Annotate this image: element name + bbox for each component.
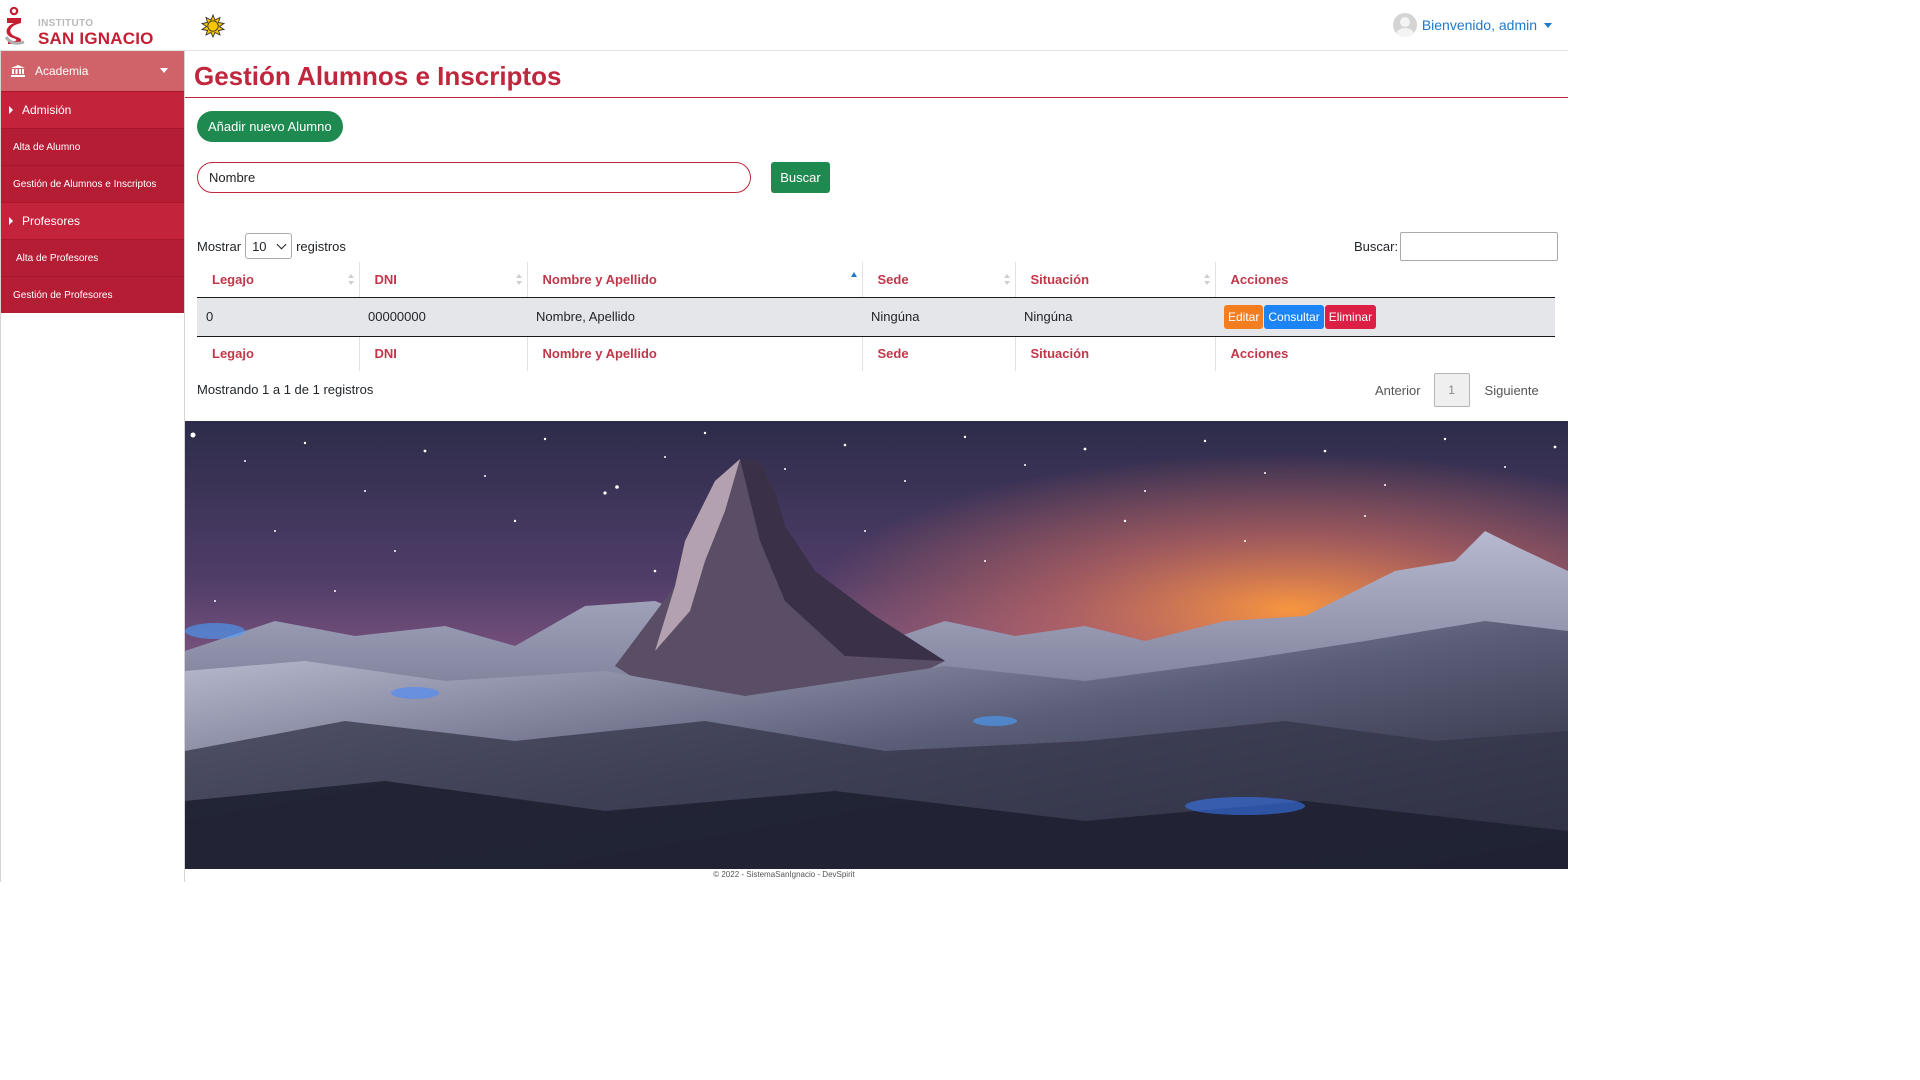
pagination-next[interactable]: Siguiente [1485, 383, 1539, 398]
sidebar-section-academia[interactable]: Academia [1, 51, 184, 91]
cell-dni: 00000000 [359, 297, 527, 336]
footer-header-nombre: Nombre y Apellido [526, 335, 862, 371]
sidebar-group-label: Admisión [22, 103, 72, 117]
sidebar-item-label: Gestión de Alumnos e Inscriptos [13, 178, 157, 190]
column-header-label: Acciones [1230, 271, 1289, 287]
view-button[interactable]: Consultar [1264, 304, 1324, 329]
table-header-row: Legajo DNI Nombre y Apellido Sede Situac… [197, 262, 1555, 298]
caret-down-icon [1544, 22, 1552, 28]
search-button[interactable]: Buscar [771, 162, 830, 193]
sidebar-item-label: Alta de Alumno [13, 141, 81, 153]
sun-icon[interactable] [201, 14, 225, 38]
sidebar-item-alta-profesores[interactable]: Alta de Profesores [1, 239, 184, 276]
caret-right-icon [9, 106, 13, 114]
column-header-dni[interactable]: DNI [358, 262, 527, 298]
table-filter-input[interactable] [1400, 232, 1559, 261]
pagination: Anterior 1 Siguiente [1375, 373, 1539, 407]
bank-icon [11, 65, 25, 77]
cell-nombre: Nombre, Apellido [527, 297, 862, 336]
mountain-landscape-image [185, 421, 1568, 869]
sidebar: Academia Admisión Alta de Alumno Gestión… [0, 51, 185, 882]
edit-button[interactable]: Editar [1224, 304, 1264, 329]
user-greeting[interactable]: Bienvenido, admin [1422, 17, 1537, 33]
sidebar-group-admision[interactable]: Admisión [1, 91, 184, 128]
institute-logo[interactable]: INSTITUTO SAN IGNACIO [4, 4, 154, 48]
sidebar-item-label: Gestión de Profesores [13, 289, 113, 301]
page-length-select[interactable]: 10 [245, 233, 293, 259]
delete-button[interactable]: Eliminar [1324, 304, 1377, 329]
pagination-previous[interactable]: Anterior [1375, 383, 1421, 398]
cell-acciones: Editar Consultar Eliminar [1215, 297, 1555, 336]
caret-right-icon [9, 217, 13, 225]
pagination-page-1[interactable]: 1 [1433, 373, 1470, 407]
avatar-icon [1392, 13, 1417, 37]
user-menu[interactable]: Bienvenido, admin [1392, 12, 1552, 38]
sort-icon [1203, 274, 1210, 286]
logo-mark-icon [4, 6, 25, 45]
footer-header-dni: DNI [358, 335, 527, 371]
page-title: Gestión Alumnos e Inscriptos [194, 61, 562, 91]
cell-legajo: 0 [197, 297, 359, 336]
sidebar-group-profesores[interactable]: Profesores [1, 202, 184, 239]
footer-header-sede: Sede [861, 335, 1015, 371]
sidebar-item-gestion-profesores[interactable]: Gestión de Profesores [1, 276, 184, 313]
add-student-button[interactable]: Añadir nuevo Alumno [197, 111, 343, 142]
length-prefix: Mostrar [197, 238, 242, 254]
sort-icon [347, 274, 354, 286]
select-arrow-icon [276, 239, 287, 249]
sidebar-item-label: Alta de Profesores [16, 252, 99, 264]
table-footer-row: Legajo DNI Nombre y Apellido Sede Situac… [197, 335, 1555, 371]
column-header-sede[interactable]: Sede [861, 262, 1015, 298]
name-search-input[interactable] [197, 162, 751, 193]
footer-header-situacion: Situación [1014, 335, 1215, 371]
column-header-label: Nombre y Apellido [542, 271, 657, 287]
table-filter: Buscar: [1354, 232, 1559, 261]
sort-icon [1003, 274, 1010, 286]
column-header-label: Situación [1030, 271, 1090, 287]
column-header-label: Sede [877, 271, 909, 287]
logo-small-text: INSTITUTO [38, 18, 94, 29]
sidebar-group-label: Profesores [22, 214, 81, 228]
landscape-illustration [185, 421, 1568, 869]
cell-situacion: Ningúna [1015, 297, 1215, 336]
chevron-down-icon [160, 68, 168, 73]
page-length-value: 10 [252, 238, 267, 254]
sidebar-item-gestion-alumnos[interactable]: Gestión de Alumnos e Inscriptos [1, 165, 184, 202]
column-header-label: Legajo [212, 271, 254, 287]
footer-header-legajo: Legajo [197, 335, 359, 371]
students-table: Legajo DNI Nombre y Apellido Sede Situac… [197, 262, 1555, 371]
length-suffix: registros [296, 238, 346, 254]
table-info: Mostrando 1 a 1 de 1 registros [197, 382, 374, 397]
sort-asc-icon [850, 272, 857, 277]
footer-copyright: © 2022 - SistemaSanIgnacio - DevSpirit [713, 870, 855, 879]
title-divider [185, 97, 1568, 98]
filter-label: Buscar: [1354, 239, 1399, 254]
column-header-situacion[interactable]: Situación [1014, 262, 1215, 298]
sort-icon [515, 274, 522, 286]
top-navbar: INSTITUTO SAN IGNACIO Bienvenido, admin [0, 0, 1568, 51]
table-length-control: Mostrar 10 registros [197, 233, 346, 259]
column-header-nombre[interactable]: Nombre y Apellido [526, 262, 862, 298]
column-header-legajo[interactable]: Legajo [197, 262, 359, 298]
sidebar-section-label: Academia [35, 64, 89, 78]
column-header-label: DNI [374, 271, 397, 287]
cell-sede: Ningúna [862, 297, 1015, 336]
sidebar-item-alta-alumno[interactable]: Alta de Alumno [1, 128, 184, 165]
logo-big-text: SAN IGNACIO [38, 29, 154, 48]
table-row: 0 00000000 Nombre, Apellido Ningúna Ning… [197, 297, 1555, 336]
footer-header-acciones: Acciones [1214, 335, 1555, 371]
column-header-acciones: Acciones [1214, 262, 1555, 298]
